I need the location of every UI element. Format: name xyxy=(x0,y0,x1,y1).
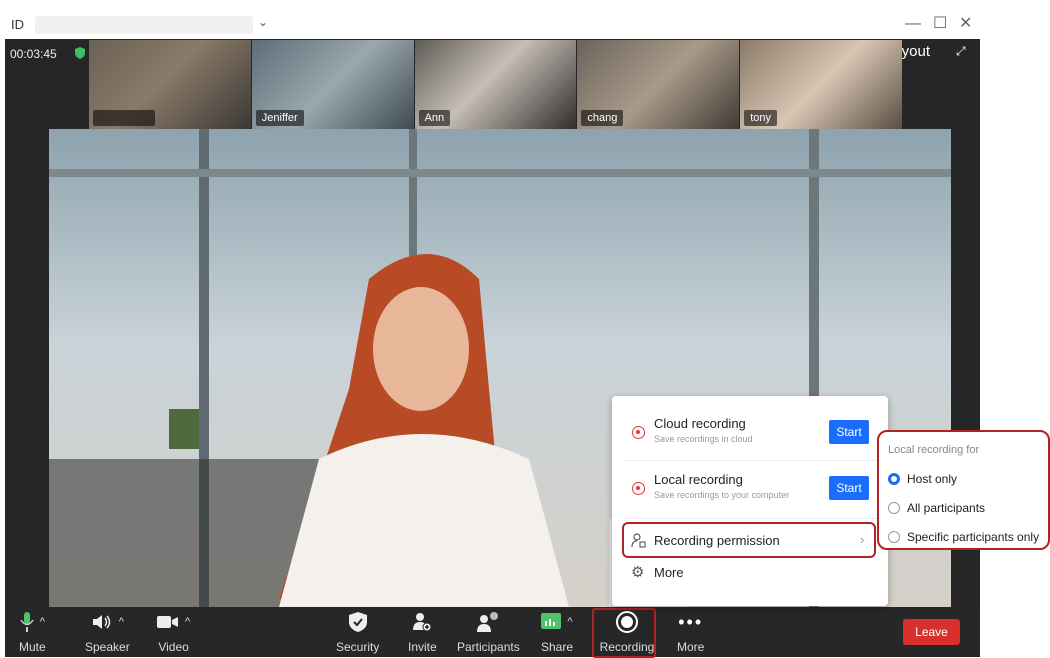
minimize-icon[interactable]: — xyxy=(905,14,921,34)
call-timer: 00:03:45 xyxy=(10,47,57,61)
radio-host-only[interactable]: Host only xyxy=(888,472,957,486)
participant-tile[interactable]: Jeniffer xyxy=(251,40,414,130)
cloud-start-button[interactable]: Start xyxy=(829,420,869,444)
record-dot-icon xyxy=(632,426,645,439)
radio-specific-participants[interactable]: Specific participants only xyxy=(888,530,1039,544)
share-button[interactable]: ^ Share xyxy=(541,609,573,654)
chevron-down-icon[interactable]: ⌄ xyxy=(258,15,268,29)
panel-title: Local recording for xyxy=(888,444,980,456)
participant-tile[interactable]: tony xyxy=(740,40,902,130)
participant-name: Ann xyxy=(418,110,451,126)
radio-icon xyxy=(888,502,900,514)
invite-label: Invite xyxy=(408,640,437,654)
participant-strip: Jeniffer Ann chang tony xyxy=(89,40,903,130)
record-dot-icon xyxy=(632,482,645,495)
fullscreen-icon[interactable]: ⤢ xyxy=(956,44,966,59)
microphone-icon xyxy=(20,612,34,632)
local-recording-permission-panel: Local recording for Host only All partic… xyxy=(877,430,1050,550)
close-icon[interactable]: ✕ xyxy=(959,14,972,34)
meeting-id-value xyxy=(35,16,253,34)
camera-icon xyxy=(157,616,178,628)
more-settings-item[interactable]: ⚙ More xyxy=(624,564,878,584)
security-button[interactable]: Security xyxy=(336,609,379,654)
add-user-icon xyxy=(413,613,432,632)
participant-tile[interactable] xyxy=(89,40,251,130)
share-screen-icon xyxy=(541,613,562,629)
radio-all-participants[interactable]: All participants xyxy=(888,501,985,515)
more-label: More xyxy=(677,640,705,654)
participant-name: tony xyxy=(744,110,777,126)
title-bar: ID ⌄ — ☐ ✕ xyxy=(5,10,980,39)
share-label: Share xyxy=(541,640,574,654)
chevron-up-icon[interactable]: ^ xyxy=(40,616,45,628)
participants-label: Participants xyxy=(457,640,520,654)
more-settings-label: More xyxy=(654,565,684,580)
recording-highlight xyxy=(592,608,656,658)
chevron-up-icon[interactable]: ^ xyxy=(119,616,124,628)
radio-selected-icon xyxy=(888,473,900,485)
local-start-button[interactable]: Start xyxy=(829,476,869,500)
video-button[interactable]: ^ Video xyxy=(157,609,190,654)
maximize-icon[interactable]: ☐ xyxy=(933,14,947,34)
meeting-toolbar: ^ Mute ^ Speaker ^ Video Security Invite… xyxy=(5,607,980,657)
divider xyxy=(624,460,878,461)
meeting-id-label: ID xyxy=(11,17,24,32)
radio-label: Host only xyxy=(907,472,958,486)
local-recording-item: Local recording Save recordings to your … xyxy=(624,472,878,512)
mute-label: Mute xyxy=(19,640,46,654)
recording-menu: Cloud recording Save recordings in cloud… xyxy=(612,396,888,606)
video-label: Video xyxy=(158,640,189,654)
participant-name xyxy=(93,110,155,126)
leave-button[interactable]: Leave xyxy=(903,619,960,645)
speaker-button[interactable]: ^ Speaker xyxy=(85,609,130,654)
security-label: Security xyxy=(336,640,380,654)
participant-name: chang xyxy=(581,110,624,126)
more-button[interactable]: ••• More xyxy=(677,609,705,655)
chevron-up-icon[interactable]: ^ xyxy=(567,616,572,628)
mute-button[interactable]: ^ Mute xyxy=(19,609,46,654)
gear-icon: ⚙ xyxy=(631,564,645,581)
chevron-up-icon[interactable]: ^ xyxy=(185,616,190,628)
participant-tile[interactable]: chang xyxy=(577,40,740,130)
more-dots-icon: ••• xyxy=(678,611,704,632)
radio-label: Specific participants only xyxy=(907,530,1040,544)
shield-icon xyxy=(75,47,85,59)
speaker-icon xyxy=(92,615,111,629)
permission-highlight xyxy=(622,522,876,558)
invite-button[interactable]: Invite xyxy=(408,609,437,654)
radio-label: All participants xyxy=(907,501,986,515)
radio-icon xyxy=(888,531,900,543)
participants-icon xyxy=(477,612,499,632)
cloud-recording-item: Cloud recording Save recordings in cloud… xyxy=(624,416,878,456)
participant-name: Jeniffer xyxy=(255,110,304,126)
participants-button[interactable]: Participants xyxy=(457,609,520,654)
speaker-label: Speaker xyxy=(85,640,130,654)
participant-tile[interactable]: Ann xyxy=(414,40,577,130)
shield-check-icon xyxy=(348,612,367,632)
divider xyxy=(624,518,878,519)
